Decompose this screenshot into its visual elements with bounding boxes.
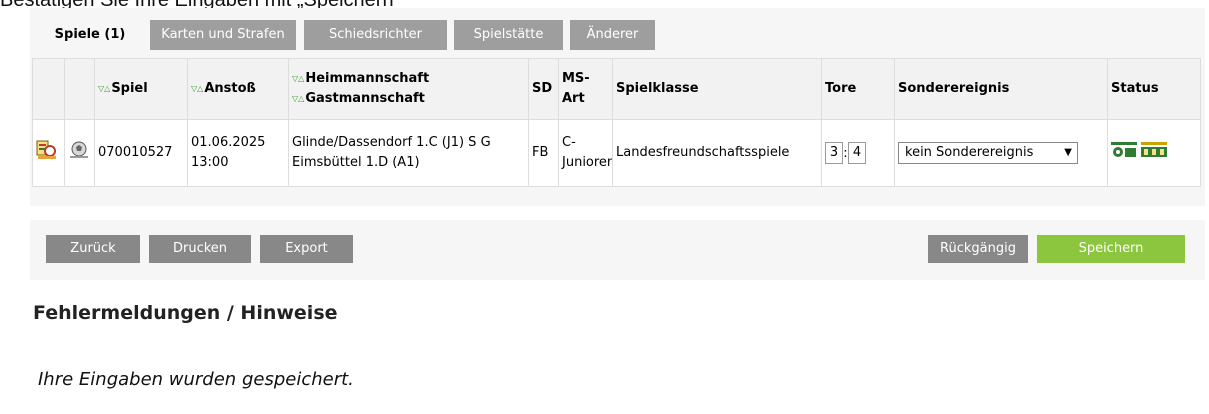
tab-schiedsrichter[interactable]: Schiedsrichter	[304, 20, 447, 50]
button-bar: Zurück Drucken Export Rückgängig Speiche…	[30, 220, 1205, 280]
tab-aenderer[interactable]: Änderer	[570, 20, 655, 50]
header-heimmannschaft[interactable]: ▽△Heimmannschaft	[292, 69, 525, 89]
messages-heading: Fehlermeldungen / Hinweise	[33, 302, 338, 324]
zurueck-button[interactable]: Zurück	[46, 235, 140, 263]
kickoff-cell: 01.06.2025 13:00	[187, 119, 289, 187]
game-number: 070010527	[94, 119, 188, 187]
header-sd: SD	[528, 58, 559, 120]
away-team: Eimsbüttel 1.D (A1)	[292, 155, 420, 170]
table-row: 070010527 01.06.2025 13:00 Glinde/Dassen…	[32, 119, 1201, 187]
speichern-button[interactable]: Speichern	[1037, 235, 1185, 263]
report-cell	[32, 119, 65, 187]
header-tore: Tore	[821, 58, 895, 120]
tab-karten-und-strafen[interactable]: Karten und Strafen	[150, 20, 296, 50]
score-home-input[interactable]: 3	[825, 142, 843, 164]
header-status: Status	[1107, 58, 1201, 120]
header-mannschaften: ▽△Heimmannschaft ▽△Gastmannschaft	[288, 58, 529, 120]
table-header-row: ▽△Spiel ▽△Anstoß ▽△Heimmannschaft ▽△Gast…	[32, 58, 1201, 120]
spielklasse-value: Landesfreundschaftsspiele	[612, 119, 822, 187]
score-away-input[interactable]: 4	[848, 142, 866, 164]
ball-cell	[64, 119, 95, 187]
sort-icon[interactable]: ▽△	[98, 84, 110, 93]
games-panel: Spiele (1) Karten und Strafen Schiedsric…	[30, 8, 1205, 206]
ms-art-value: C-Junioren	[558, 119, 613, 187]
sonderereignis-select[interactable]: kein Sonderereignis ▼	[898, 142, 1078, 164]
kickoff-time: 13:00	[191, 155, 229, 170]
sort-icon[interactable]: ▽△	[292, 94, 304, 103]
status-cell	[1107, 119, 1201, 187]
sonderereignis-value: kein Sonderereignis	[905, 145, 1034, 160]
header-empty-2	[64, 58, 95, 120]
sonderereignis-cell: kein Sonderereignis ▼	[894, 119, 1108, 187]
home-team: Glinde/Dassendorf 1.C (J1) S G	[292, 135, 491, 150]
tab-spiele[interactable]: Spiele (1)	[38, 20, 142, 50]
drucken-button[interactable]: Drucken	[149, 235, 251, 263]
kickoff-date: 01.06.2025	[191, 135, 266, 150]
tab-spielstaette[interactable]: Spielstätte	[454, 20, 563, 50]
header-anstoss[interactable]: ▽△Anstoß	[187, 58, 289, 120]
export-button[interactable]: Export	[260, 235, 353, 263]
games-table: ▽△Spiel ▽△Anstoß ▽△Heimmannschaft ▽△Gast…	[32, 58, 1201, 187]
header-empty-1	[32, 58, 65, 120]
sort-icon[interactable]: ▽△	[292, 74, 304, 83]
header-spiel[interactable]: ▽△Spiel	[94, 58, 188, 120]
sort-icon[interactable]: ▽△	[191, 84, 203, 93]
rueckgaengig-button[interactable]: Rückgängig	[928, 235, 1028, 263]
chevron-down-icon: ▼	[1064, 147, 1072, 158]
status-check-icon	[1111, 141, 1137, 166]
spielbericht-icon[interactable]	[36, 140, 58, 167]
header-sonderereignis: Sonderereignis	[894, 58, 1108, 120]
teams-cell: Glinde/Dassendorf 1.C (J1) S G Eimsbütte…	[288, 119, 529, 187]
sd-value: FB	[528, 119, 559, 187]
header-spielklasse: Spielklasse	[612, 58, 822, 120]
status-flag-icon	[1141, 141, 1168, 166]
ball-icon[interactable]	[68, 140, 90, 167]
messages-text: Ihre Eingaben wurden gespeichert.	[38, 369, 354, 390]
score-cell: 3:4	[821, 119, 895, 187]
header-ms-art: MS-Art	[558, 58, 613, 120]
header-gastmannschaft[interactable]: ▽△Gastmannschaft	[292, 89, 525, 109]
